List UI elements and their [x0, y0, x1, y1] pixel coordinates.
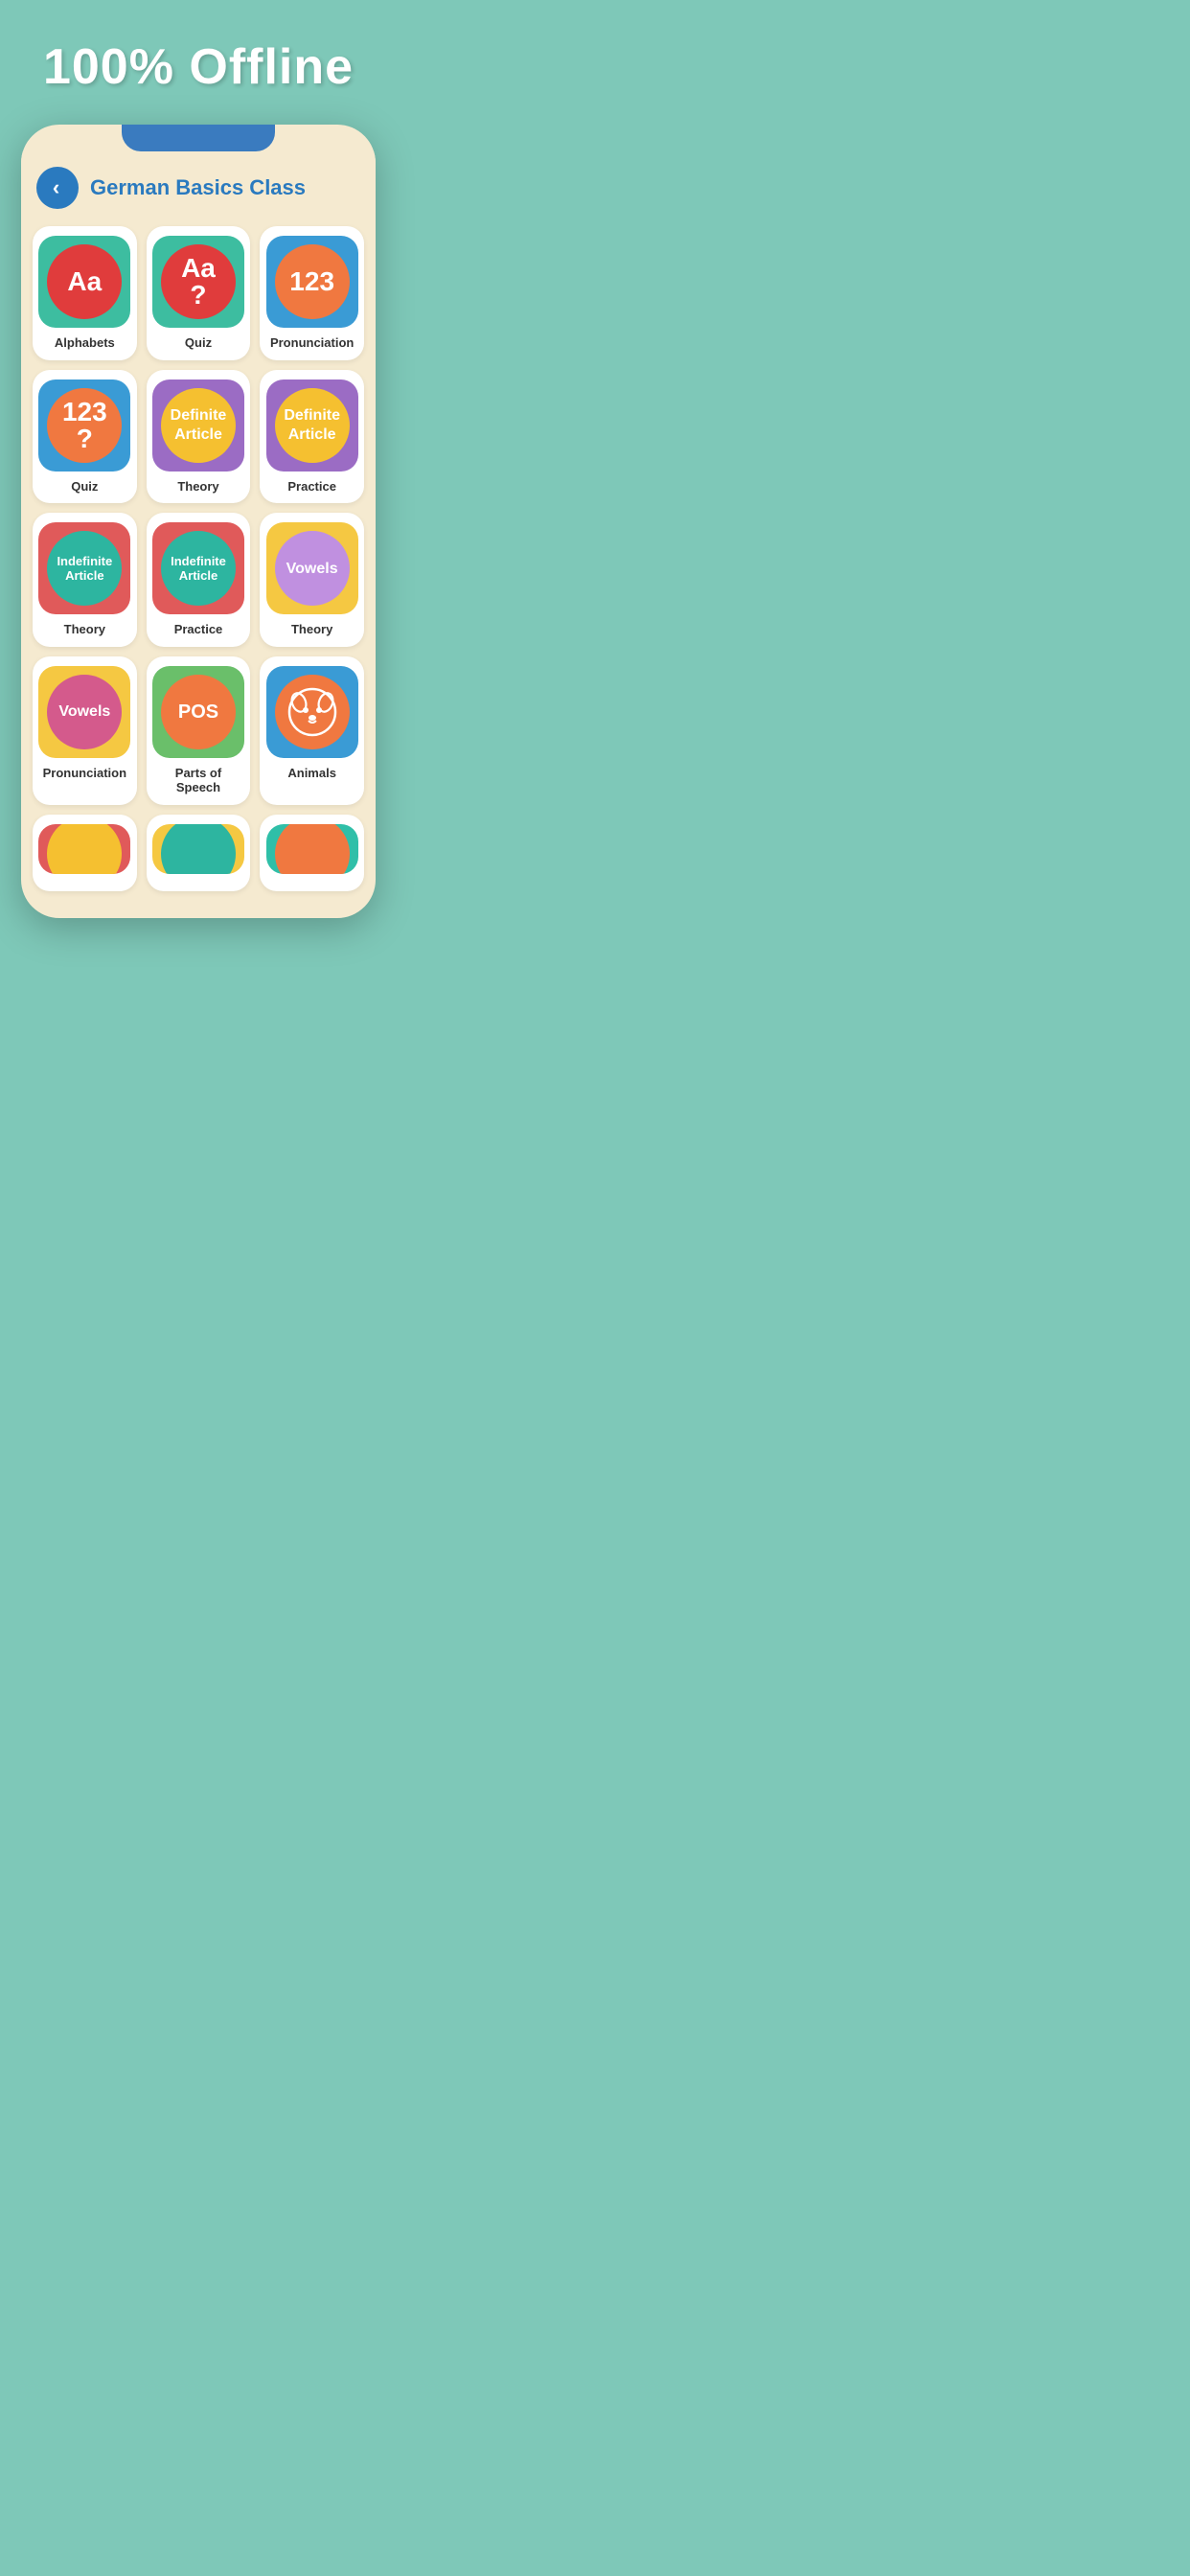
pronunciation1-icon-text: 123: [289, 268, 334, 295]
phone-frame: ‹ German Basics Class Aa Alphabets Aa ?: [21, 125, 376, 918]
indefinite-practice-icon-text: IndefiniteArticle: [171, 554, 226, 584]
partial-card-3[interactable]: [260, 815, 364, 891]
indefinite-theory-icon-text: IndefiniteArticle: [57, 554, 112, 584]
quiz1-label: Quiz: [185, 335, 212, 351]
quiz2-icon-circle: 123 ?: [47, 388, 122, 463]
indefinite-theory-icon-circle: IndefiniteArticle: [47, 531, 122, 606]
pronunciation1-icon-bg: 123: [266, 236, 358, 328]
back-button[interactable]: ‹: [36, 167, 79, 209]
quiz1-icon-bg: Aa ?: [152, 236, 244, 328]
alphabets-label: Alphabets: [55, 335, 115, 351]
definite-practice-card[interactable]: DefiniteArticle Practice: [260, 370, 364, 504]
partial-2-circle: [161, 824, 236, 874]
quiz2-label: Quiz: [71, 479, 98, 494]
vowels-theory-icon-bg: Vowels: [266, 522, 358, 614]
definite-theory-icon-bg: DefiniteArticle: [152, 380, 244, 472]
indefinite-practice-label: Practice: [174, 622, 223, 637]
vowels-theory-label: Theory: [291, 622, 332, 637]
definite-practice-label: Practice: [287, 479, 336, 494]
dog-icon: [287, 687, 337, 737]
partial-3-icon-bg: [266, 824, 358, 874]
indefinite-theory-label: Theory: [64, 622, 105, 637]
pronunciation1-icon-circle: 123: [275, 244, 350, 319]
definite-theory-icon-circle: DefiniteArticle: [161, 388, 236, 463]
pos-card[interactable]: POS Parts of Speech: [147, 656, 251, 805]
pos-icon-bg: POS: [152, 666, 244, 758]
quiz1-icon-text: Aa: [181, 255, 216, 282]
pronunciation1-card[interactable]: 123 Pronunciation: [260, 226, 364, 360]
alphabets-icon-text: Aa: [67, 268, 102, 295]
partial-card-2[interactable]: [147, 815, 251, 891]
vowels-theory-card[interactable]: Vowels Theory: [260, 513, 364, 647]
alphabets-icon-bg: Aa: [38, 236, 130, 328]
vowels-pronunciation-card[interactable]: Vowels Pronunciation: [33, 656, 137, 805]
offline-title: 100% Offline: [24, 0, 373, 125]
quiz2-icon-subtext: ?: [62, 426, 107, 452]
quiz1-card[interactable]: Aa ? Quiz: [147, 226, 251, 360]
phone-header: ‹ German Basics Class: [21, 151, 376, 218]
animals-card[interactable]: Animals: [260, 656, 364, 805]
partial-card-1[interactable]: [33, 815, 137, 891]
pos-icon-circle: POS: [161, 675, 236, 749]
definite-theory-icon-text: DefiniteArticle: [171, 406, 227, 443]
vowels-pronunciation-icon-text: Vowels: [58, 702, 110, 721]
definite-practice-icon-circle: DefiniteArticle: [275, 388, 350, 463]
indefinite-practice-card[interactable]: IndefiniteArticle Practice: [147, 513, 251, 647]
indefinite-theory-icon-bg: IndefiniteArticle: [38, 522, 130, 614]
vowels-pronunciation-icon-circle: Vowels: [47, 675, 122, 749]
indefinite-practice-icon-bg: IndefiniteArticle: [152, 522, 244, 614]
animals-icon-circle: [275, 675, 350, 749]
indefinite-theory-card[interactable]: IndefiniteArticle Theory: [33, 513, 137, 647]
lesson-grid: Aa Alphabets Aa ? Quiz 123: [21, 218, 376, 899]
alphabets-icon-circle: Aa: [47, 244, 122, 319]
partial-2-icon-bg: [152, 824, 244, 874]
partial-1-circle: [47, 824, 122, 874]
definite-theory-card[interactable]: DefiniteArticle Theory: [147, 370, 251, 504]
partial-1-icon-bg: [38, 824, 130, 874]
partial-3-circle: [275, 824, 350, 874]
pronunciation1-label: Pronunciation: [270, 335, 354, 351]
definite-practice-icon-bg: DefiniteArticle: [266, 380, 358, 472]
quiz2-icon-bg: 123 ?: [38, 380, 130, 472]
alphabets-card[interactable]: Aa Alphabets: [33, 226, 137, 360]
indefinite-practice-icon-circle: IndefiniteArticle: [161, 531, 236, 606]
pos-label: Parts of Speech: [152, 766, 245, 795]
quiz1-icon-subtext: ?: [181, 282, 216, 309]
quiz2-icon-text: 123: [62, 399, 107, 426]
vowels-theory-icon-circle: Vowels: [275, 531, 350, 606]
quiz2-card[interactable]: 123 ? Quiz: [33, 370, 137, 504]
definite-practice-icon-text: DefiniteArticle: [284, 406, 340, 443]
pos-icon-text: POS: [178, 701, 218, 724]
vowels-pronunciation-icon-bg: Vowels: [38, 666, 130, 758]
animals-label: Animals: [287, 766, 336, 781]
vowels-pronunciation-label: Pronunciation: [43, 766, 126, 781]
page-title: German Basics Class: [90, 175, 306, 200]
animals-icon-bg: [266, 666, 358, 758]
quiz1-icon-circle: Aa ?: [161, 244, 236, 319]
definite-theory-label: Theory: [177, 479, 218, 494]
vowels-theory-icon-text: Vowels: [286, 560, 338, 578]
back-icon: ‹: [53, 177, 59, 198]
phone-notch: [122, 125, 275, 151]
